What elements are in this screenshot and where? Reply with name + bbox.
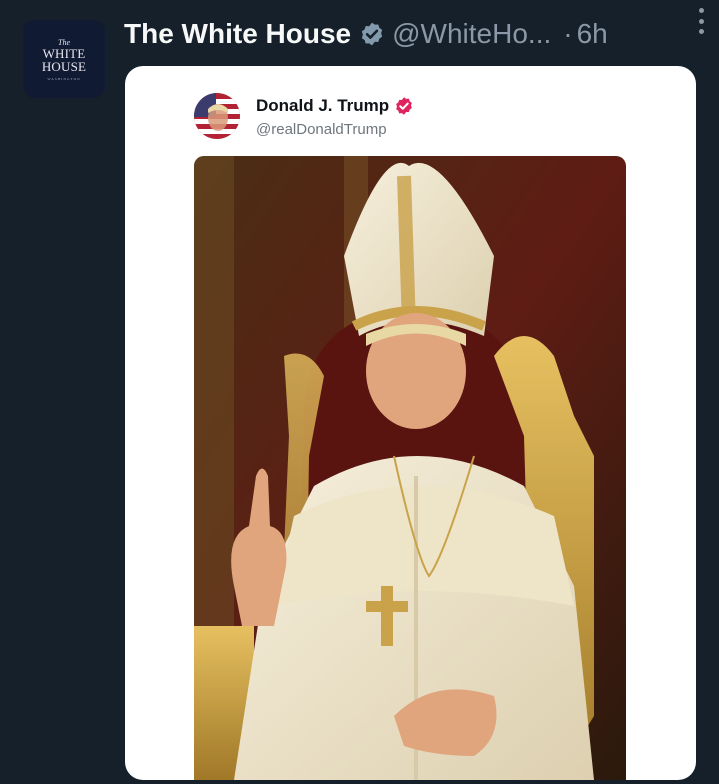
author-avatar[interactable]: The WHITE HOUSE WASHINGTON xyxy=(23,20,105,98)
embedded-author-name-row: Donald J. Trump xyxy=(256,96,414,116)
embedded-post-card[interactable]: Donald J. Trump @realDonaldTrump xyxy=(125,66,696,780)
embedded-author-name[interactable]: Donald J. Trump xyxy=(256,96,389,116)
tweet[interactable]: The WHITE HOUSE WASHINGTON The White Hou… xyxy=(0,0,719,784)
avatar-text-line2: HOUSE xyxy=(41,58,87,74)
flag-portrait-icon xyxy=(194,93,240,139)
separator-dot: · xyxy=(563,18,573,49)
avatar-text-sub: WASHINGTON xyxy=(47,76,81,81)
embedded-author-handle[interactable]: @realDonaldTrump xyxy=(256,121,387,138)
tweet-timestamp[interactable]: 6h xyxy=(577,18,608,50)
verified-badge-icon xyxy=(361,22,383,46)
author-name[interactable]: The White House xyxy=(124,18,351,50)
more-vertical-icon[interactable] xyxy=(693,8,709,34)
embedded-post-image[interactable] xyxy=(194,156,626,780)
author-handle[interactable]: @WhiteHo... xyxy=(392,18,551,50)
embedded-author-avatar[interactable] xyxy=(194,93,240,139)
avatar-text-line1: WHITE xyxy=(42,45,86,61)
tweet-header: The White House @WhiteHo... · 6h xyxy=(124,14,697,54)
pope-portrait-image xyxy=(194,156,626,780)
verified-badge-icon xyxy=(396,97,413,115)
